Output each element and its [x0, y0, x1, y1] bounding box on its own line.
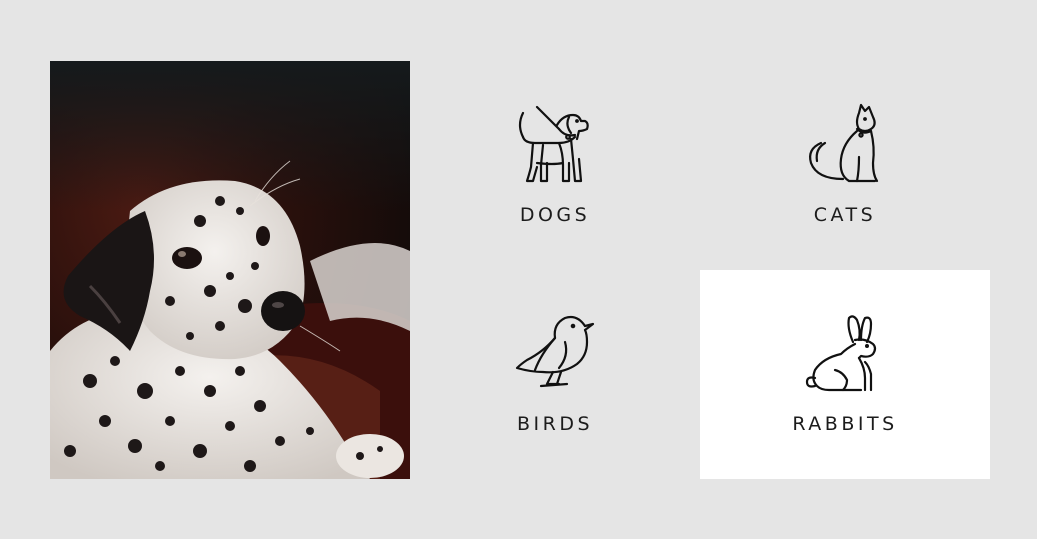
bird-icon [513, 312, 597, 396]
dog-icon [513, 103, 597, 187]
category-label-cats: CATS [813, 204, 877, 226]
cat-icon [803, 103, 887, 187]
category-tile-dogs[interactable]: DOGS [410, 61, 700, 270]
category-tile-cats[interactable]: CATS [700, 61, 990, 270]
category-tile-rabbits[interactable]: RABBITS [700, 270, 990, 479]
rabbit-icon [803, 312, 887, 396]
category-tile-birds[interactable]: BIRDS [410, 270, 700, 479]
category-label-birds: BIRDS [516, 413, 594, 435]
category-label-dogs: DOGS [519, 204, 591, 226]
dalmatian-puppy-photo [50, 61, 410, 479]
category-label-rabbits: RABBITS [792, 413, 898, 435]
